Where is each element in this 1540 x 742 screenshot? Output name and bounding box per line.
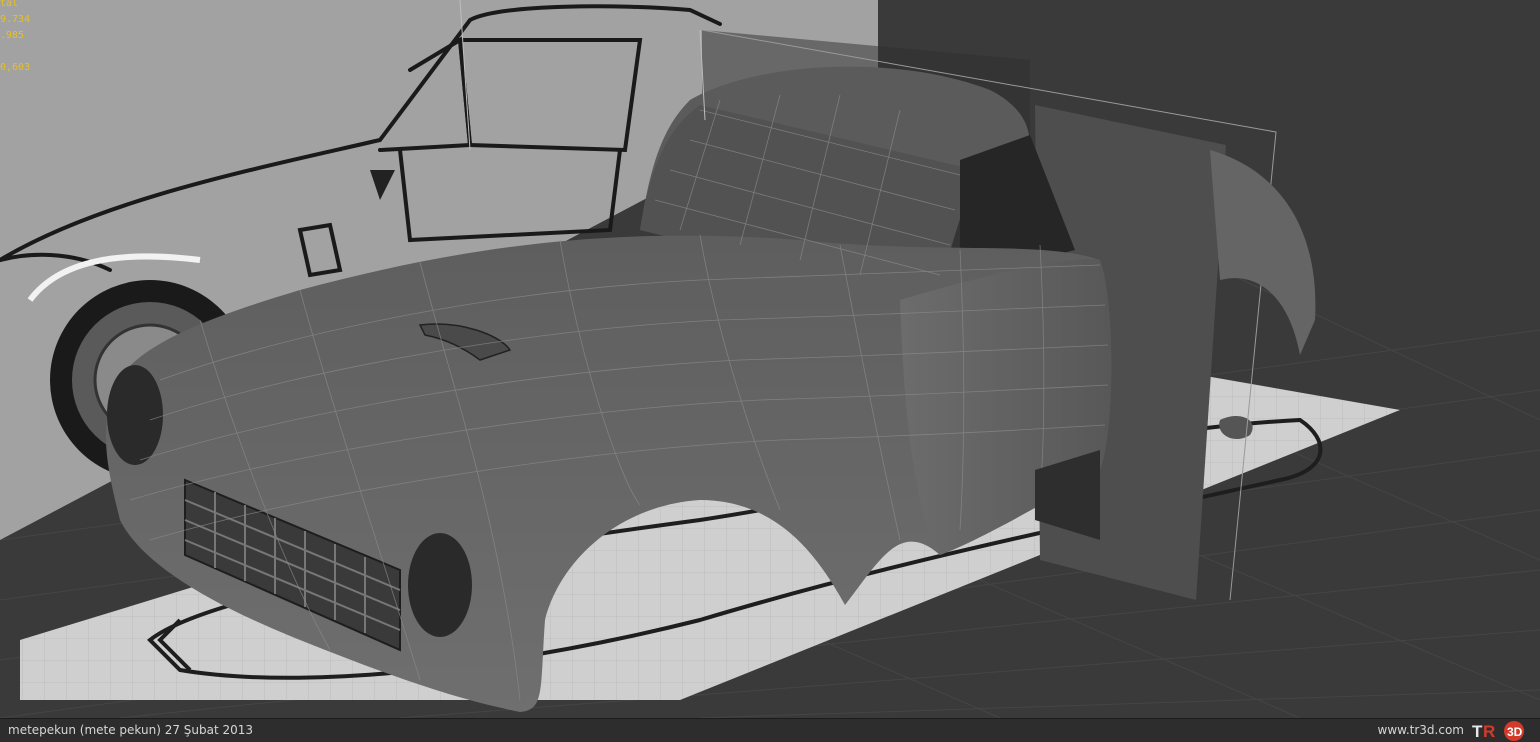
stat-line-3: .985 [0, 30, 25, 41]
svg-text:R: R [1483, 722, 1495, 741]
footer-bar: metepekun (mete pekun) 27 Şubat 2013 www… [0, 718, 1540, 742]
stat-spacer [0, 44, 30, 60]
stat-line-1: tal [0, 0, 19, 9]
svg-text:T: T [1472, 722, 1483, 741]
viewport-statistics: tal 9.734 .985 0,603 [0, 0, 30, 76]
author-credit: metepekun (mete pekun) 27 Şubat 2013 [8, 723, 254, 737]
3d-viewport[interactable]: tal 9.734 .985 0,603 [0, 0, 1540, 718]
stat-line-4: 0,603 [0, 62, 31, 73]
stat-line-2: 9.734 [0, 14, 31, 25]
tr3d-logo-icon[interactable]: T R 3D [1472, 720, 1534, 742]
viewport-scene[interactable] [0, 0, 1540, 718]
svg-text:3D: 3D [1507, 725, 1523, 739]
site-link[interactable]: www.tr3d.com [1378, 723, 1465, 737]
